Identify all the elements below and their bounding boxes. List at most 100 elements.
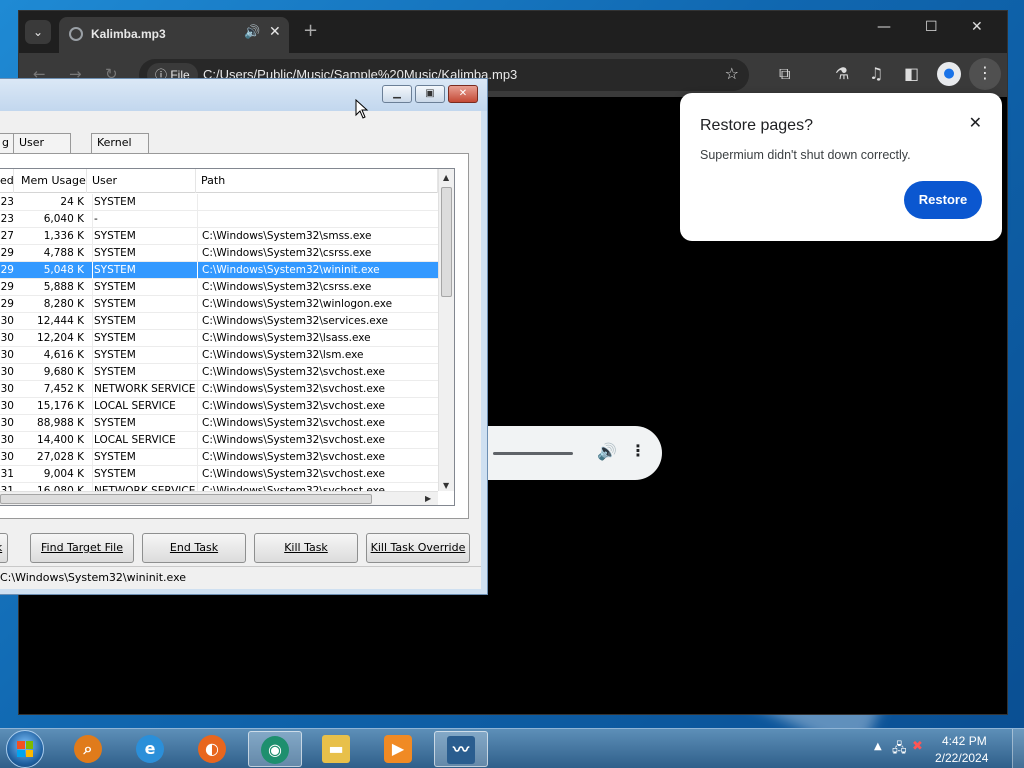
taskbar-firefox-app[interactable]: ◐ [186, 731, 240, 767]
tab-user-modules[interactable]: User Modules [13, 133, 71, 167]
tab-kernel-modules[interactable]: Kernel Modules [91, 133, 149, 167]
clock-time[interactable]: 4:42 PM [942, 734, 987, 748]
table-row[interactable]: 29 8,280 K SYSTEM C:\Windows\System32\winlo… [0, 296, 438, 313]
maximize-icon[interactable]: ▣ [415, 85, 445, 103]
start-button[interactable] [6, 730, 44, 768]
table-row[interactable]: 30 7,452 K NETWORK SERVICE C:\Windows\Syste… [0, 381, 438, 398]
process-list[interactable]: ed Mem Usage User Path 23 24 K SYSTEM 23 6,0… [0, 168, 455, 506]
cell-mem-usage: 5,888 K [43, 281, 84, 293]
table-row[interactable]: 29 4,788 K SYSTEM C:\Windows\System32\csrss… [0, 245, 438, 262]
cell-mem-usage: 7,452 K [43, 383, 84, 395]
cell-user: NETWORK SERVICE [92, 381, 196, 398]
cell-threads: 30 [0, 332, 14, 344]
maximize-icon[interactable]: ☐ [925, 19, 938, 35]
clock-date[interactable]: 2/22/2024 [935, 751, 988, 765]
vertical-scrollbar[interactable]: ▲ ▼ [438, 169, 454, 491]
cell-threads: 29 [0, 264, 14, 276]
end-task-button[interactable]: End Task [142, 533, 246, 563]
browser-tab[interactable]: Kalimba.mp3 🔊 ✕ [59, 17, 289, 53]
cell-threads: 30 [0, 349, 14, 361]
close-icon[interactable]: ✕ [448, 85, 478, 103]
table-row[interactable]: 23 24 K SYSTEM [0, 194, 438, 211]
cell-threads: 29 [0, 298, 14, 310]
horizontal-scrollbar[interactable]: ▶ [0, 491, 438, 505]
column-header-user[interactable]: User [88, 169, 196, 193]
more-options-icon[interactable]: ⋮ [630, 441, 646, 460]
close-icon[interactable]: ✕ [971, 19, 983, 35]
scroll-down-icon[interactable]: ▼ [443, 481, 449, 490]
show-desktop-button[interactable] [1012, 729, 1024, 768]
table-row[interactable]: 30 88,988 K SYSTEM C:\Windows\System32\svch… [0, 415, 438, 432]
table-row[interactable]: 29 5,048 K SYSTEM C:\Windows\System32\winin… [0, 262, 438, 279]
table-row[interactable]: 23 6,040 K- [0, 211, 438, 228]
cell-threads: 30 [0, 417, 14, 429]
column-header-path[interactable]: Path [197, 169, 438, 193]
cell-path: C:\Windows\System32\wininit.exe [197, 262, 437, 279]
close-tab-icon[interactable]: ✕ [269, 24, 281, 40]
kill-task-override-button[interactable]: Kill Task Override [366, 533, 470, 563]
table-row[interactable]: 30 12,204 K SYSTEM C:\Windows\System32\lsas… [0, 330, 438, 347]
table-row[interactable]: 30 12,444 K SYSTEM C:\Windows\System32\serv… [0, 313, 438, 330]
cell-threads: 31 [0, 468, 14, 480]
taskbar-media-player-app[interactable]: ▶ [372, 731, 426, 767]
media-player-icon: ▶ [384, 735, 412, 763]
taskbar-explorer-app[interactable]: ▬ [310, 731, 364, 767]
extensions-icon[interactable]: ⧉ [779, 64, 790, 84]
volume-muted-icon[interactable]: ✖ [912, 739, 923, 754]
first-button[interactable]: k [0, 533, 8, 563]
show-hidden-icons-icon[interactable]: ▲ [874, 741, 882, 752]
network-icon[interactable]: 🖧 [892, 739, 907, 761]
audio-progress-track[interactable] [493, 452, 573, 455]
table-row[interactable]: 30 15,176 K LOCAL SERVICE C:\Windows\System… [0, 398, 438, 415]
menu-icon[interactable]: ⋮ [969, 58, 1001, 90]
process-panel: ed Mem Usage User Path 23 24 K SYSTEM 23 6,0… [0, 153, 469, 519]
column-header-mem-usage[interactable]: Mem Usage [17, 169, 87, 193]
table-row[interactable]: 29 5,888 K SYSTEM C:\Windows\System32\csrss… [0, 279, 438, 296]
taskbar-ie-app[interactable]: e [124, 731, 178, 767]
scroll-right-icon[interactable]: ▶ [425, 494, 431, 503]
scroll-thumb[interactable] [441, 187, 452, 297]
restore-pages-dialog: Restore pages? Supermium didn't shut dow… [680, 93, 1002, 241]
column-header-threads[interactable]: ed [0, 169, 14, 193]
tab-search-button[interactable]: ⌄ [25, 20, 51, 44]
taskbar-search-app[interactable]: ⌕ [62, 731, 116, 767]
profile-icon[interactable]: ● [937, 62, 961, 86]
cell-mem-usage: 15,176 K [37, 400, 84, 412]
minimize-icon[interactable]: — [877, 19, 891, 35]
table-row[interactable]: 30 4,616 K SYSTEM C:\Windows\System32\lsm.e… [0, 347, 438, 364]
close-icon[interactable]: ✕ [969, 113, 982, 133]
cell-user: SYSTEM [92, 262, 196, 279]
cell-threads: 29 [0, 247, 14, 259]
scroll-thumb[interactable] [0, 494, 372, 504]
restore-button[interactable]: Restore [904, 181, 982, 219]
scroll-up-icon[interactable]: ▲ [443, 173, 449, 182]
find-target-file-button[interactable]: Find Target File [30, 533, 134, 563]
cell-mem-usage: 14,400 K [37, 434, 84, 446]
side-panel-icon[interactable]: ◧ [904, 64, 919, 83]
cell-mem-usage: 4,616 K [43, 349, 84, 361]
star-icon[interactable]: ☆ [725, 64, 739, 83]
table-row[interactable]: 30 14,400 K LOCAL SERVICE C:\Windows\System… [0, 432, 438, 449]
kill-task-button[interactable]: Kill Task [254, 533, 358, 563]
table-row[interactable]: 30 27,028 K SYSTEM C:\Windows\System32\svch… [0, 449, 438, 466]
cell-mem-usage: 9,004 K [43, 468, 84, 480]
taskbar-supermium-app[interactable]: ◉ [248, 731, 302, 767]
task-manager-titlebar[interactable]: ▁ ▣ ✕ [0, 79, 487, 111]
volume-icon[interactable]: 🔊 [597, 442, 617, 461]
minimize-icon[interactable]: ▁ [382, 85, 412, 103]
table-row[interactable]: 27 1,336 K SYSTEM C:\Windows\System32\smss.… [0, 228, 438, 245]
labs-icon[interactable]: ⚗ [835, 64, 849, 83]
new-tab-icon[interactable]: + [303, 20, 318, 41]
speaker-icon[interactable]: 🔊 [244, 25, 260, 40]
cell-threads: 27 [0, 230, 14, 242]
cell-threads: 30 [0, 434, 14, 446]
task-manager-icon: 〰 [447, 736, 475, 764]
cell-user: SYSTEM [92, 466, 196, 483]
table-row[interactable]: 31 9,004 K SYSTEM C:\Windows\System32\svcho… [0, 466, 438, 483]
supermium-icon: ◉ [261, 736, 289, 764]
taskbar-task-manager-app[interactable]: 〰 [434, 731, 488, 767]
cell-path: C:\Windows\System32\csrss.exe [197, 279, 437, 296]
table-row[interactable]: 30 9,680 K SYSTEM C:\Windows\System32\svcho… [0, 364, 438, 381]
media-controls-icon[interactable]: ♫ [869, 64, 883, 83]
cell-path: C:\Windows\System32\svchost.exe [197, 381, 437, 398]
